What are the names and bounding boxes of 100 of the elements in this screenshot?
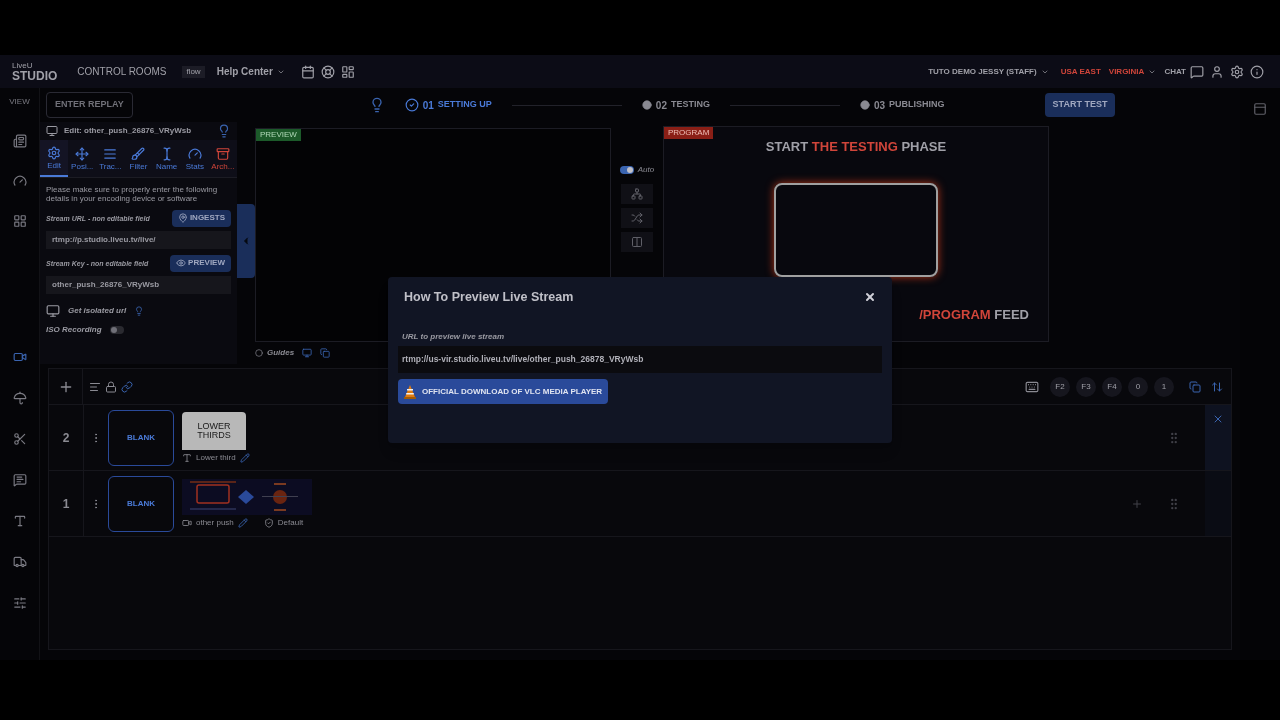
close-button[interactable] xyxy=(864,291,876,303)
chat-link[interactable]: CHAT xyxy=(1164,65,1186,78)
logo[interactable]: STUDIO xyxy=(12,69,58,82)
keyboard-icon[interactable] xyxy=(1025,379,1039,394)
replay-button[interactable]: ENTER REPLAY xyxy=(46,92,133,118)
gear-icon xyxy=(47,145,62,160)
link-icon[interactable] xyxy=(121,380,133,393)
align-icon[interactable] xyxy=(89,380,101,393)
box-icon xyxy=(215,146,230,161)
shield-icon xyxy=(263,517,274,528)
auto-label: Auto xyxy=(637,164,655,176)
hotkey-button[interactable]: F3 xyxy=(1076,376,1096,397)
hotkey-button[interactable]: 0 xyxy=(1128,376,1148,397)
tablet-icon[interactable] xyxy=(302,348,313,358)
auto-toggle[interactable] xyxy=(619,166,634,174)
preview-tag: PREVIEW xyxy=(256,129,301,141)
workspace-badge: flow xyxy=(182,65,205,78)
shuffle-icon xyxy=(631,212,643,224)
field-button[interactable]: PREVIEW xyxy=(170,254,231,272)
panel-tab[interactable]: Arch... xyxy=(208,140,237,177)
program-headline: START THE TESTING PHASE xyxy=(765,138,947,156)
hotkey-button[interactable]: F2 xyxy=(1050,376,1070,397)
panel-tab[interactable]: Edit xyxy=(40,140,69,177)
circle-icon xyxy=(255,349,263,357)
layout-icon[interactable] xyxy=(1253,102,1267,116)
resize-icon[interactable] xyxy=(1211,380,1223,393)
close-icon xyxy=(864,291,876,303)
info-icon[interactable] xyxy=(1250,64,1264,79)
url-label: URL to preview live stream xyxy=(401,331,506,343)
readonly-field[interactable]: rtmp://p.studio.liveu.tv/live/ xyxy=(46,230,231,249)
chat-icon[interactable] xyxy=(1190,64,1204,79)
user-icon[interactable] xyxy=(1210,64,1224,79)
logo-small: LiveU xyxy=(12,61,34,70)
copy-icon[interactable] xyxy=(320,348,331,358)
monitor-icon xyxy=(46,125,58,137)
blank-slot[interactable]: BLANK xyxy=(108,409,174,466)
text-icon[interactable] xyxy=(12,514,27,528)
step[interactable]: 02 TESTING xyxy=(641,97,710,113)
calendar-icon[interactable] xyxy=(300,64,315,79)
dialog-title: How To Preview Live Stream xyxy=(404,288,575,306)
lightbulb-icon xyxy=(217,124,231,138)
side-handle[interactable] xyxy=(237,204,255,278)
step[interactable]: 03 PUBLISHING xyxy=(859,97,945,113)
url-field[interactable]: rtmp://us-vir.studio.liveu.tv/live/other_push_26878_VRyWsb xyxy=(398,346,882,373)
grid-icon[interactable] xyxy=(12,214,27,228)
iso-recording-label: ISO Recording xyxy=(46,323,102,336)
isolated-url-link[interactable]: Get isolated url xyxy=(68,304,127,317)
camera-icon xyxy=(182,517,192,528)
move-icon xyxy=(75,146,90,161)
iso-recording-toggle[interactable] xyxy=(109,325,124,334)
location-label[interactable]: VIRGINIA xyxy=(1108,65,1145,78)
copy-icon[interactable] xyxy=(1189,380,1201,393)
lightbulb-icon xyxy=(134,305,145,316)
text-icon xyxy=(182,452,192,463)
close-icon xyxy=(1212,413,1224,425)
panel-tab[interactable]: Name xyxy=(152,140,181,177)
transition-button[interactable] xyxy=(621,232,653,252)
panel-tab[interactable]: Posi... xyxy=(68,140,97,177)
start-test-button[interactable]: START TEST xyxy=(1044,93,1116,117)
transition-button[interactable] xyxy=(621,184,653,204)
source-tag: Default xyxy=(277,516,304,529)
program-footer: /PROGRAM FEED xyxy=(919,304,1029,324)
dot-icon xyxy=(641,100,652,110)
lower-thirds-thumbnail[interactable]: LOWER THIRDS xyxy=(182,411,246,450)
video-icon[interactable] xyxy=(12,350,27,364)
readonly-field[interactable]: other_push_26876_VRyWsb xyxy=(46,275,231,294)
hotkey-button[interactable]: F4 xyxy=(1102,376,1122,397)
scissors-icon[interactable] xyxy=(12,432,27,446)
umbrella-icon[interactable] xyxy=(12,391,27,405)
step[interactable]: 01 SETTING UP xyxy=(404,97,492,113)
message-icon[interactable] xyxy=(12,473,27,487)
truck-icon[interactable] xyxy=(12,555,27,569)
guides-toggle[interactable]: Guides xyxy=(255,347,295,359)
network-icon xyxy=(631,188,643,200)
blank-slot[interactable]: BLANK xyxy=(108,475,174,532)
nav-link[interactable]: CONTROL ROOMS xyxy=(77,64,167,79)
help-menu[interactable]: Help Center xyxy=(216,64,285,79)
user-menu[interactable]: TUTO DEMO JESSY (STAFF) xyxy=(928,65,1037,78)
layer-number: 1 xyxy=(61,495,71,513)
hotkey-button[interactable]: 1 xyxy=(1154,376,1174,397)
dashboard-icon[interactable] xyxy=(340,64,355,79)
pin-icon xyxy=(177,213,188,224)
dot-icon xyxy=(859,100,870,110)
gauge-icon[interactable] xyxy=(12,174,27,188)
panel-title: Edit: other_push_26876_VRyWsb xyxy=(64,125,193,137)
gauge-icon xyxy=(187,146,202,161)
field-button[interactable]: INGESTS xyxy=(171,209,231,227)
lifebuoy-icon[interactable] xyxy=(320,64,335,79)
panel-tab[interactable]: Filter xyxy=(124,140,153,177)
vlc-download-button[interactable]: OFFICIAL DOWNLOAD OF VLC MEDIA PLAYER xyxy=(398,379,609,404)
lock-icon[interactable] xyxy=(105,380,117,393)
panel-tab[interactable]: Trac... xyxy=(96,140,125,177)
source-caption: Lower third xyxy=(196,451,236,464)
sliders-icon[interactable] xyxy=(12,596,27,610)
source-caption: other push xyxy=(196,516,234,529)
region-label[interactable]: USA EAST xyxy=(1060,65,1101,78)
monitor-icon xyxy=(46,303,60,318)
program-tag: PROGRAM xyxy=(664,127,714,139)
panel-tab[interactable]: Stats xyxy=(180,140,209,177)
settings-icon[interactable] xyxy=(1230,64,1244,79)
